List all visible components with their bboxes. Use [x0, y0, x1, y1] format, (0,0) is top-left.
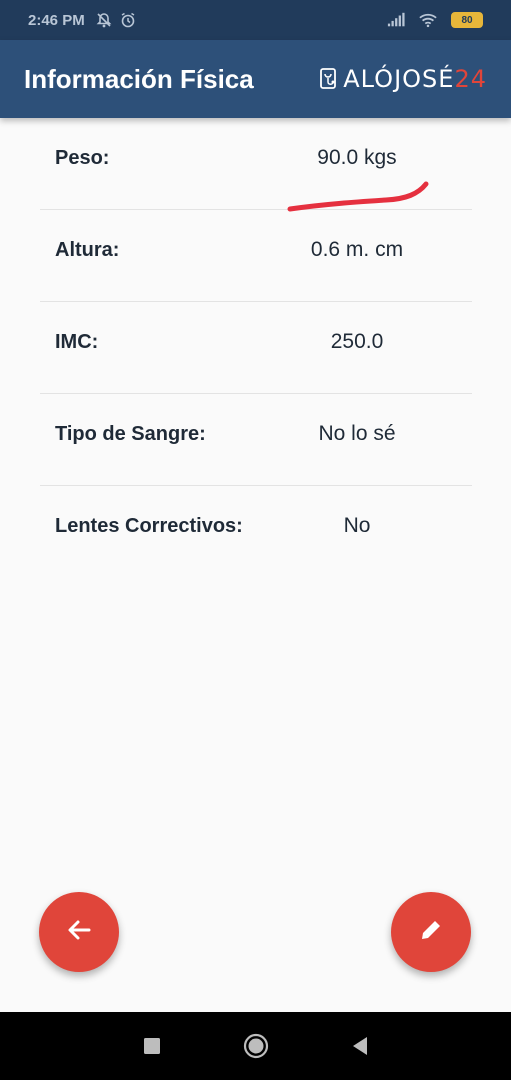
pencil-icon — [417, 916, 445, 949]
row-label: Altura: — [55, 238, 120, 261]
wifi-icon — [419, 11, 437, 29]
info-row-altura: Altura: 0.6 m. cm — [40, 210, 472, 302]
underline-annotation — [287, 181, 429, 212]
arrow-left-icon — [65, 916, 93, 949]
recents-square-icon[interactable] — [138, 1032, 166, 1060]
row-value: No — [343, 514, 371, 537]
status-bar: 2:46 PM 80 — [0, 0, 511, 40]
edit-button[interactable] — [391, 892, 471, 972]
row-value: No lo sé — [318, 422, 396, 445]
row-label: Lentes Correctivos: — [55, 514, 243, 537]
battery-indicator: 80 — [451, 12, 483, 28]
info-row-lentes: Lentes Correctivos: No — [40, 486, 472, 578]
brand-number: 24 — [454, 65, 487, 93]
back-button[interactable] — [39, 892, 119, 972]
notifications-off-icon — [95, 11, 113, 29]
info-row-imc: IMC: 250.0 — [40, 302, 472, 394]
system-nav-bar — [0, 1012, 511, 1080]
stethoscope-doc-icon — [319, 66, 341, 92]
info-row-tipo-sangre: Tipo de Sangre: No lo sé — [40, 394, 472, 486]
signal-icon — [387, 11, 405, 29]
app-bar: Información Física ALÓJOSÉ 24 — [0, 40, 511, 118]
row-label: Peso: — [55, 146, 110, 169]
page-title: Información Física — [24, 63, 254, 94]
row-value: 0.6 m. cm — [310, 238, 404, 261]
home-circle-icon[interactable] — [242, 1032, 270, 1060]
row-label: IMC: — [55, 330, 99, 353]
status-time: 2:46 PM — [28, 11, 85, 29]
brand-logo: ALÓJOSÉ 24 — [319, 65, 487, 93]
alarm-icon — [119, 11, 137, 29]
brand-name: ALÓJOSÉ — [343, 65, 455, 93]
row-label: Tipo de Sangre: — [55, 422, 206, 445]
back-triangle-icon[interactable] — [346, 1032, 374, 1060]
row-value: 250.0 — [330, 330, 384, 353]
